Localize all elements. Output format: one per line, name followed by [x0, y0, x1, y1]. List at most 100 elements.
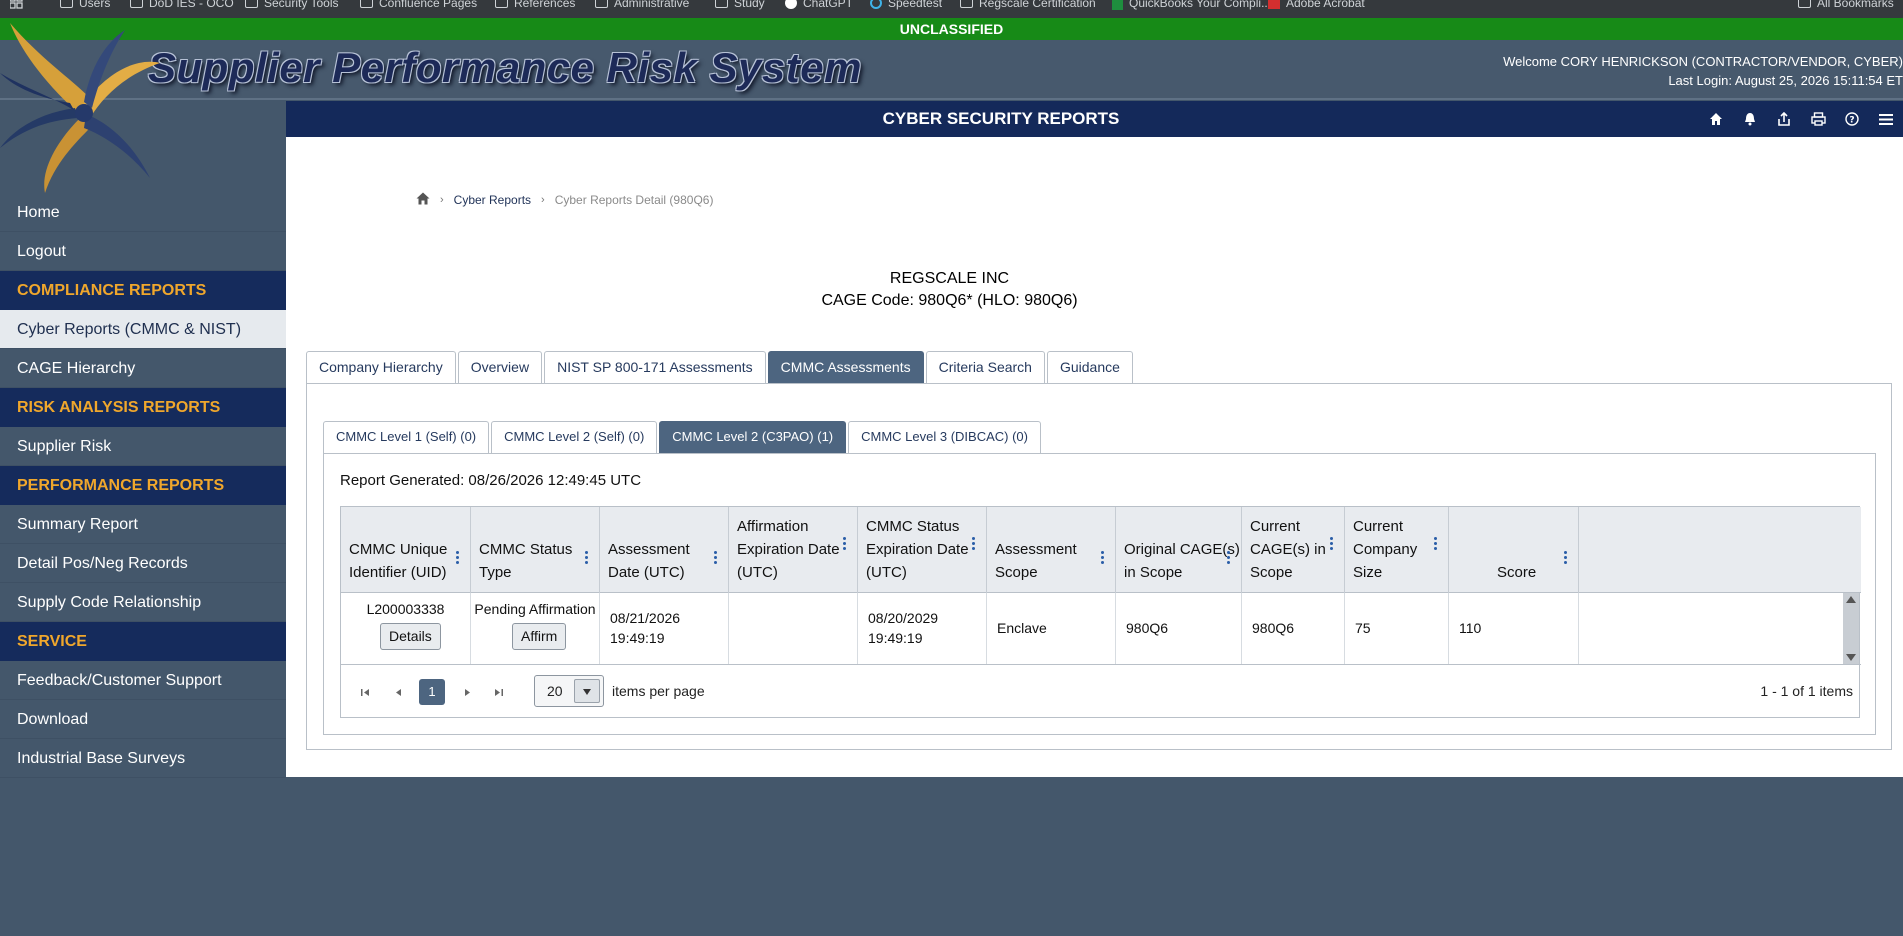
bookmark-quickbooks[interactable]: QuickBooks Your Compli...	[1112, 0, 1271, 10]
chevron-down-icon[interactable]	[574, 679, 600, 703]
menu-icon[interactable]	[1869, 101, 1903, 137]
cell-original-cage: 980Q6	[1116, 593, 1242, 664]
scroll-up-icon[interactable]	[1846, 596, 1856, 603]
sidebar-item-cage-hierarchy[interactable]: CAGE Hierarchy	[0, 349, 286, 388]
col-uid[interactable]: CMMC Unique Identifier (UID)	[341, 507, 471, 593]
bookmark-users[interactable]: Users	[60, 0, 110, 10]
page-title-bar: CYBER SECURITY REPORTS ?	[286, 101, 1903, 137]
tab-criteria-search[interactable]: Criteria Search	[925, 351, 1045, 383]
pager: 1 20 items per page 1 - 1 of 1 items	[341, 665, 1861, 718]
bookmark-security-tools[interactable]: Security Tools	[245, 0, 338, 10]
column-menu-icon[interactable]	[1227, 551, 1231, 564]
column-menu-icon[interactable]	[843, 537, 847, 550]
bookmark-administrative[interactable]: Administrative	[595, 0, 689, 10]
welcome-text: Welcome CORY HENRICKSON (CONTRACTOR/VEND…	[1503, 54, 1903, 69]
sidebar-item-detail-records[interactable]: Detail Pos/Neg Records	[0, 544, 286, 583]
sidebar-item-supply-code[interactable]: Supply Code Relationship	[0, 583, 286, 622]
sidebar-item-home[interactable]: Home	[0, 193, 286, 232]
next-page-icon[interactable]	[455, 679, 479, 705]
cell-status-expiration: 08/20/2029 19:49:19	[858, 593, 987, 664]
sidebar-item-download[interactable]: Download	[0, 700, 286, 739]
sidebar-heading-performance: PERFORMANCE REPORTS	[0, 466, 286, 505]
home-icon[interactable]	[416, 192, 430, 208]
table-row: L200003338 Details Pending Affirmation A…	[341, 593, 1861, 665]
chevron-right-icon: ›	[541, 194, 545, 206]
cell-uid: L200003338 Details	[341, 593, 471, 664]
bookmark-regscale[interactable]: Regscale Certification	[960, 0, 1096, 10]
details-button[interactable]: Details	[380, 623, 441, 650]
bookmark-references[interactable]: References	[495, 0, 575, 10]
help-icon[interactable]: ?	[1835, 101, 1869, 137]
col-status-expiration[interactable]: CMMC Status Expiration Date (UTC)	[858, 507, 987, 593]
folder-icon	[360, 0, 373, 8]
column-menu-icon[interactable]	[1101, 551, 1105, 564]
sidebar-item-logout[interactable]: Logout	[0, 232, 286, 271]
sidebar-heading-service: SERVICE	[0, 622, 286, 661]
column-menu-icon[interactable]	[1564, 551, 1568, 564]
col-company-size[interactable]: Current Company Size	[1345, 507, 1449, 593]
svg-text:?: ?	[1849, 116, 1854, 126]
tab-cmmc-assessments[interactable]: CMMC Assessments	[767, 351, 924, 383]
col-score[interactable]: Score	[1449, 507, 1579, 593]
bookmark-dod[interactable]: DoD IES - OCO	[130, 0, 234, 10]
home-icon[interactable]	[1699, 101, 1733, 137]
prev-page-icon[interactable]	[386, 679, 410, 705]
column-menu-icon[interactable]	[714, 551, 718, 564]
bookmark-chatgpt[interactable]: ChatGPT	[785, 0, 853, 10]
tab-company-hierarchy[interactable]: Company Hierarchy	[306, 351, 456, 383]
chatgpt-icon	[785, 0, 797, 9]
col-original-cage[interactable]: Original CAGE(s) in Scope	[1116, 507, 1242, 593]
column-menu-icon[interactable]	[456, 551, 460, 564]
column-menu-icon[interactable]	[1434, 537, 1438, 550]
scroll-down-icon[interactable]	[1846, 654, 1856, 661]
toolbar: ?	[1699, 101, 1903, 137]
col-assessment-scope[interactable]: Assessment Scope	[987, 507, 1116, 593]
spars-logo-icon	[0, 23, 160, 193]
breadcrumb-cyber-reports[interactable]: Cyber Reports	[454, 193, 531, 207]
folder-icon	[245, 0, 258, 8]
col-affirmation-expiration[interactable]: Affirmation Expiration Date (UTC)	[729, 507, 858, 593]
col-assessment-date[interactable]: Assessment Date (UTC)	[600, 507, 729, 593]
sidebar-item-supplier-risk[interactable]: Supplier Risk	[0, 427, 286, 466]
tab-cmmc-level1-self[interactable]: CMMC Level 1 (Self) (0)	[323, 421, 490, 453]
apps-icon[interactable]	[10, 0, 23, 9]
bookmark-study[interactable]: Study	[715, 0, 765, 10]
tab-cmmc-level3-dibcac[interactable]: CMMC Level 3 (DIBCAC) (0)	[848, 421, 1041, 453]
col-current-cage[interactable]: Current CAGE(s) in Scope	[1242, 507, 1345, 593]
bookmark-confluence[interactable]: Confluence Pages	[360, 0, 477, 10]
affirm-button[interactable]: Affirm	[512, 623, 567, 650]
company-name: REGSCALE INC	[889, 270, 1010, 287]
sidebar-item-summary-report[interactable]: Summary Report	[0, 505, 286, 544]
last-page-icon[interactable]	[486, 679, 510, 705]
bell-icon[interactable]	[1733, 101, 1767, 137]
sidebar-item-feedback[interactable]: Feedback/Customer Support	[0, 661, 286, 700]
company-info: REGSCALE INC CAGE Code: 980Q6* (HLO: 980…	[286, 268, 1613, 312]
cell-score: 110	[1449, 593, 1579, 664]
print-icon[interactable]	[1801, 101, 1835, 137]
tab-nist-assessments[interactable]: NIST SP 800-171 Assessments	[544, 351, 766, 383]
folder-icon	[130, 0, 143, 8]
cell-current-cage: 980Q6	[1242, 593, 1345, 664]
tab-cmmc-level2-self[interactable]: CMMC Level 2 (Self) (0)	[491, 421, 658, 453]
grid-scrollbar[interactable]	[1843, 593, 1859, 664]
col-status-type[interactable]: CMMC Status Type	[471, 507, 600, 593]
column-menu-icon[interactable]	[972, 537, 976, 550]
column-menu-icon[interactable]	[585, 551, 589, 564]
page-size-select[interactable]: 20	[534, 675, 604, 707]
page-number[interactable]: 1	[419, 679, 445, 705]
tab-overview[interactable]: Overview	[457, 351, 543, 383]
report-generated: Report Generated: 08/26/2026 12:49:45 UT…	[340, 472, 642, 489]
first-page-icon[interactable]	[353, 679, 377, 705]
tab-guidance[interactable]: Guidance	[1046, 351, 1133, 383]
tab-cmmc-level2-c3pao[interactable]: CMMC Level 2 (C3PAO) (1)	[659, 421, 847, 453]
bookmark-speedtest[interactable]: Speedtest	[870, 0, 942, 10]
column-menu-icon[interactable]	[1330, 537, 1334, 550]
folder-icon	[495, 0, 508, 8]
cmmc-level-tabs: CMMC Level 1 (Self) (0) CMMC Level 2 (Se…	[323, 421, 1041, 453]
sidebar-item-surveys[interactable]: Industrial Base Surveys	[0, 739, 286, 778]
share-icon[interactable]	[1767, 101, 1801, 137]
bookmark-all[interactable]: All Bookmarks	[1798, 0, 1894, 10]
sidebar-item-cyber-reports[interactable]: Cyber Reports (CMMC & NIST)	[0, 310, 286, 349]
breadcrumb-current: Cyber Reports Detail (980Q6)	[554, 193, 714, 207]
bookmark-acrobat[interactable]: Adobe Acrobat	[1268, 0, 1365, 10]
